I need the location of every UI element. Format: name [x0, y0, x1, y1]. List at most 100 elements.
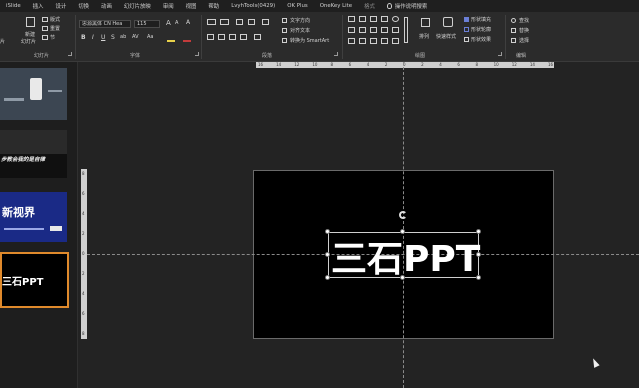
align-text-icon[interactable]: [282, 28, 287, 33]
bold-button[interactable]: B: [81, 34, 86, 41]
slides-group-launcher[interactable]: [68, 52, 72, 56]
new-slide-button-label[interactable]: 新建: [25, 31, 35, 38]
shape-outline-icon[interactable]: [464, 27, 469, 32]
spacing-button[interactable]: AV: [132, 34, 139, 40]
shape-gallery-item[interactable]: [348, 38, 355, 44]
underline-button[interactable]: U: [101, 34, 105, 41]
align-center-icon[interactable]: [218, 34, 225, 40]
change-case-button[interactable]: Aa: [147, 34, 153, 40]
shape-gallery-item[interactable]: [370, 16, 377, 22]
shape-fill-icon[interactable]: [464, 17, 469, 22]
shape-gallery-item[interactable]: [348, 27, 355, 33]
slide-thumbnail-selected[interactable]: 三石PPT: [0, 252, 69, 308]
shape-gallery-item[interactable]: [392, 16, 399, 22]
font-name-select[interactable]: 思源黑体 CN Hea: [79, 20, 131, 28]
resize-handle[interactable]: [476, 252, 481, 257]
increase-indent-icon[interactable]: [248, 19, 255, 25]
shape-gallery-item[interactable]: [359, 38, 366, 44]
section-button[interactable]: 节: [50, 34, 55, 41]
resize-handle[interactable]: [400, 229, 405, 234]
resize-handle[interactable]: [400, 275, 405, 280]
align-left-icon[interactable]: [207, 34, 214, 40]
quick-styles-button[interactable]: 快速样式: [436, 33, 456, 40]
line-spacing-icon[interactable]: [262, 19, 269, 25]
decrease-indent-icon[interactable]: [236, 19, 243, 25]
tab-item[interactable]: 切换: [72, 2, 95, 10]
paragraph-group-launcher[interactable]: [334, 52, 338, 56]
font-group-launcher[interactable]: [195, 52, 199, 56]
shadow-button[interactable]: ab: [120, 34, 126, 40]
shape-gallery-item[interactable]: [359, 16, 366, 22]
slide-thumbnail[interactable]: 步教会我的是自律: [0, 130, 67, 178]
horizontal-ruler[interactable]: 16 14 12 10 8 6 4 2 0 2 4 6 8 10 12 14 16: [256, 62, 554, 68]
justify-icon[interactable]: [240, 34, 247, 40]
quick-styles-icon[interactable]: [443, 17, 453, 27]
convert-smartart-button[interactable]: 转换为 SmartArt: [290, 37, 329, 44]
tab-item[interactable]: iSlide: [0, 3, 27, 9]
shape-gallery-item[interactable]: [348, 16, 355, 22]
shape-gallery-item[interactable]: [381, 16, 388, 22]
arrange-button[interactable]: 排列: [419, 33, 429, 40]
reset-button[interactable]: 重置: [50, 25, 60, 32]
resize-handle[interactable]: [325, 275, 330, 280]
replace-button[interactable]: 替换: [519, 27, 529, 34]
shape-effects-icon[interactable]: [464, 37, 469, 42]
shape-gallery-item[interactable]: [381, 27, 388, 33]
drawing-group-launcher[interactable]: [498, 52, 502, 56]
slide-title-text[interactable]: 三石PPT: [331, 230, 480, 282]
find-icon[interactable]: [511, 18, 516, 23]
shape-gallery-item[interactable]: [392, 38, 399, 44]
vertical-guide[interactable]: [403, 62, 404, 388]
shape-effects-button[interactable]: 形状效果: [471, 36, 491, 43]
shape-outline-button[interactable]: 形状轮廓: [471, 26, 491, 33]
section-icon[interactable]: [42, 35, 48, 40]
shape-fill-button[interactable]: 形状填充: [471, 16, 491, 23]
shape-gallery-item[interactable]: [392, 27, 399, 33]
tab-item[interactable]: 动画: [95, 2, 118, 10]
font-size-select[interactable]: 115: [134, 20, 160, 28]
bullets-icon[interactable]: [207, 19, 216, 25]
numbering-icon[interactable]: [220, 19, 229, 25]
resize-handle[interactable]: [325, 252, 330, 257]
new-slide-button-label-2[interactable]: 幻灯片: [21, 38, 36, 45]
strike-button[interactable]: S: [111, 34, 115, 41]
tab-item[interactable]: 格式: [358, 2, 381, 10]
italic-button[interactable]: I: [92, 34, 94, 41]
tab-item[interactable]: 设计: [49, 2, 72, 10]
shape-gallery-item[interactable]: [381, 38, 388, 44]
tab-item[interactable]: OK Plus: [281, 3, 313, 9]
resize-handle[interactable]: [325, 229, 330, 234]
shrink-font-button[interactable]: A: [175, 20, 178, 26]
reset-icon[interactable]: [42, 26, 48, 31]
tab-item[interactable]: 视图: [180, 2, 203, 10]
clear-format-button[interactable]: A: [186, 19, 190, 26]
resize-handle[interactable]: [476, 229, 481, 234]
smartart-icon[interactable]: [282, 38, 287, 43]
slide-thumbnail[interactable]: 新视界: [0, 192, 67, 242]
tab-item[interactable]: 插入: [27, 2, 50, 10]
font-color-icon[interactable]: [167, 40, 175, 42]
layout-icon[interactable]: [42, 17, 48, 22]
layout-button[interactable]: 版式: [50, 16, 60, 23]
tab-item[interactable]: 帮助: [202, 2, 225, 10]
find-button[interactable]: 查找: [519, 17, 529, 24]
tab-item[interactable]: OneKey Lite: [314, 3, 358, 9]
text-direction-button[interactable]: 文字方向: [290, 17, 310, 24]
resize-handle[interactable]: [476, 275, 481, 280]
slide-thumbnail[interactable]: [0, 68, 67, 120]
align-right-icon[interactable]: [229, 34, 236, 40]
shape-gallery-item[interactable]: [359, 27, 366, 33]
new-slide-icon[interactable]: [26, 17, 35, 27]
select-button[interactable]: 选择: [519, 37, 529, 44]
arrange-icon[interactable]: [421, 18, 430, 27]
text-direction-icon[interactable]: [282, 18, 287, 23]
highlight-icon[interactable]: [183, 40, 191, 42]
replace-icon[interactable]: [511, 28, 516, 33]
grow-font-button[interactable]: A: [166, 19, 171, 27]
select-icon[interactable]: [511, 38, 516, 43]
columns-icon[interactable]: [254, 34, 261, 40]
shape-gallery-item[interactable]: [370, 38, 377, 44]
tell-me-search[interactable]: 操作说明搜索: [381, 2, 433, 10]
tab-item[interactable]: LvyhTools(0429): [225, 3, 281, 9]
gallery-scroll-icon[interactable]: [404, 17, 408, 43]
